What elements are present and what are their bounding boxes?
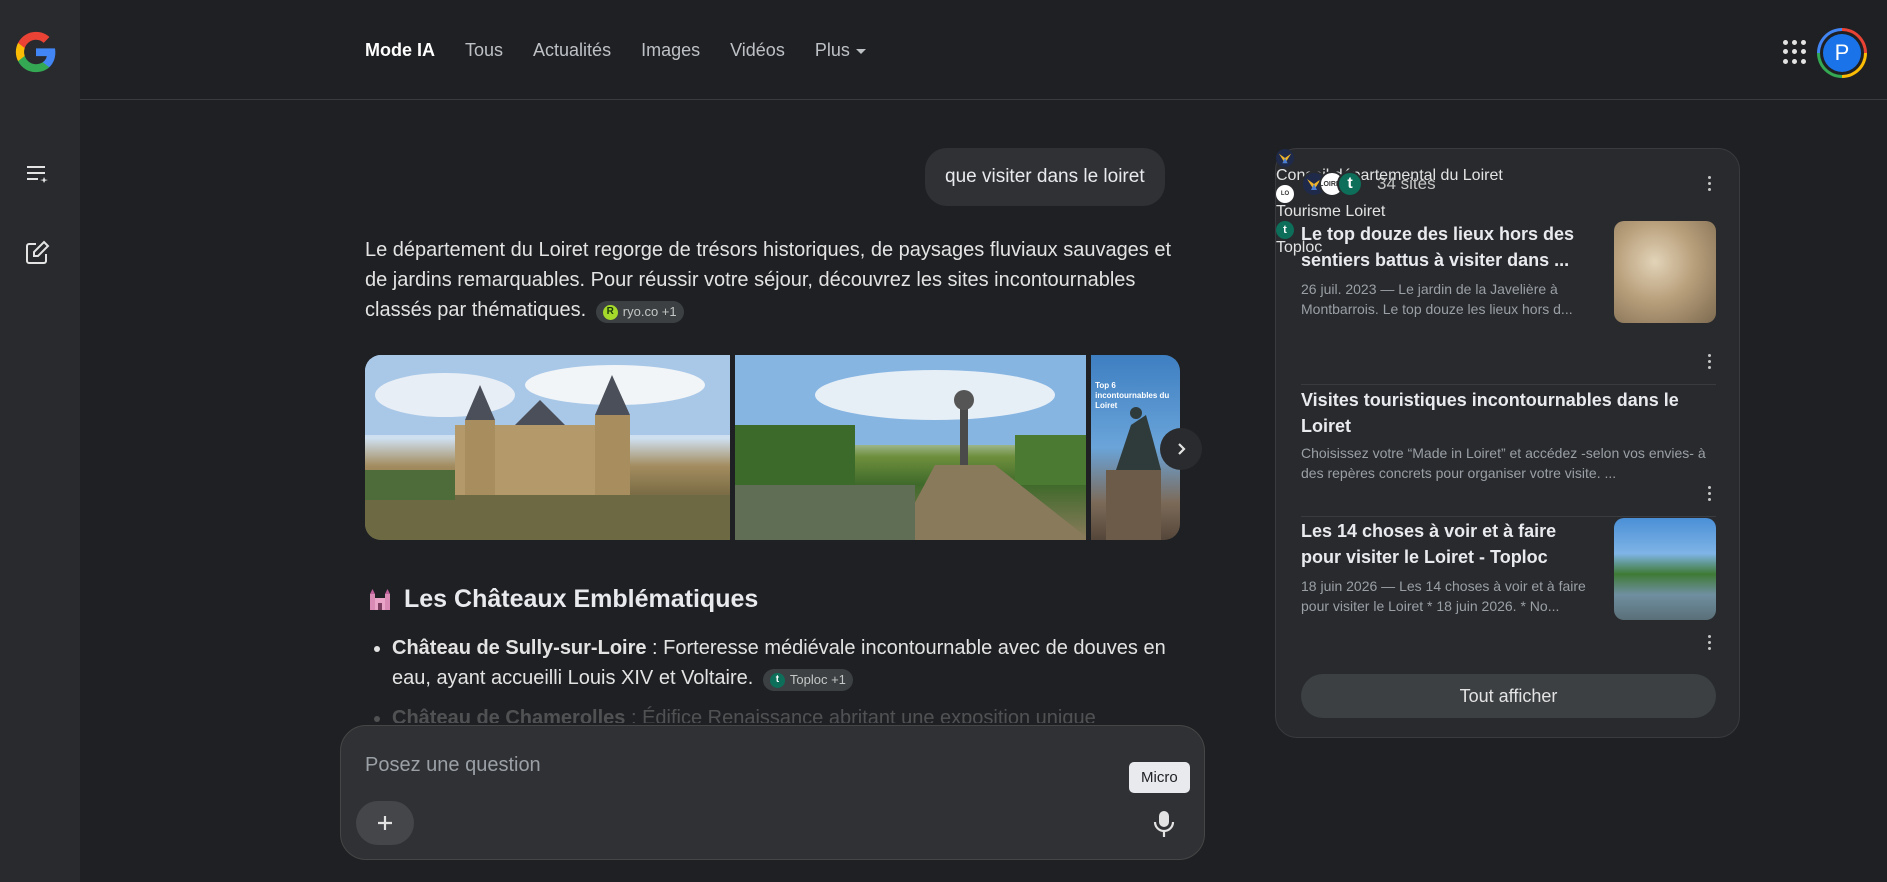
divider — [1301, 384, 1716, 385]
answer-intro-text: Le département du Loiret regorge de trés… — [365, 239, 1172, 321]
new-chat-icon[interactable] — [18, 234, 56, 272]
mic-tooltip: Micro — [1129, 762, 1190, 793]
conseil-departemental-logo-icon — [1276, 149, 1294, 167]
source-chip-ryo[interactable]: R ryo.co +1 — [595, 301, 684, 323]
source-card-snippet: Choisissez votre “Made in Loiret” et acc… — [1301, 445, 1706, 481]
chevron-right-icon — [1178, 443, 1186, 455]
gallery-image-canal[interactable] — [735, 355, 1087, 540]
source-card[interactable]: Le top douze des lieux hors des sentiers… — [1301, 221, 1716, 336]
add-attachment-button[interactable] — [356, 801, 414, 845]
source-card-title[interactable]: Visites touristiques incontournables dan… — [1301, 387, 1716, 439]
tab-actualites[interactable]: Actualités — [533, 40, 611, 61]
answer-intro: Le département du Loiret regorge de trés… — [365, 235, 1190, 325]
source-card-menu-icon[interactable] — [1701, 483, 1717, 503]
tab-mode-ia[interactable]: Mode IA — [365, 40, 435, 61]
source-card-snippet: 26 juil. 2023 — Le jardin de la Javelièr… — [1301, 281, 1573, 317]
gallery-image-chateau[interactable] — [365, 355, 731, 540]
sources-menu-icon[interactable] — [1701, 173, 1717, 193]
source-card-snippet: 18 juin 2026 — Les 14 choses à voir et à… — [1301, 578, 1586, 614]
sources-header: LOIRET t 34 sites — [1301, 171, 1436, 197]
chevron-down-icon — [855, 49, 866, 54]
divider — [1301, 516, 1716, 517]
source-card-title[interactable]: Les 14 choses à voir et à faire pour vis… — [1301, 518, 1601, 570]
source-chip-toploc[interactable]: t Toploc +1 — [762, 669, 853, 691]
source-card-menu-icon[interactable] — [1701, 351, 1717, 371]
avatar-letter: P — [1823, 34, 1861, 72]
gallery-next-button[interactable] — [1160, 428, 1202, 470]
source-card-thumbnail[interactable] — [1614, 221, 1716, 323]
plus-icon — [378, 816, 392, 830]
sources-panel: LOIRET t 34 sites Le top douze des lieux… — [1275, 148, 1740, 738]
source-card[interactable]: Les 14 choses à voir et à faire pour vis… — [1301, 518, 1716, 633]
left-rail — [0, 0, 80, 882]
search-tabs: Mode IA Tous Actualités Images Vidéos Pl… — [365, 40, 896, 61]
toploc-logo-icon: t — [1337, 171, 1363, 197]
question-input-placeholder[interactable]: Posez une question — [365, 754, 541, 777]
question-input-box[interactable]: Posez une question — [340, 725, 1205, 860]
list-item: Château de Chamerolles : Édifice Renaiss… — [372, 703, 1187, 723]
user-query-bubble: que visiter dans le loiret — [925, 148, 1165, 206]
source-card-thumbnail[interactable] — [1614, 518, 1716, 620]
source-card[interactable]: Visites touristiques incontournables dan… — [1301, 387, 1716, 483]
tab-videos[interactable]: Vidéos — [730, 40, 785, 61]
show-all-button[interactable]: Tout afficher — [1301, 674, 1716, 718]
google-logo-icon[interactable] — [14, 30, 58, 74]
sources-count: 34 sites — [1377, 174, 1436, 193]
section-title: Les Châteaux Emblématiques — [368, 585, 758, 614]
tab-tous[interactable]: Tous — [465, 40, 503, 61]
toploc-logo-icon: t — [769, 672, 785, 688]
image-gallery: Top 6 incontournables du Loiret — [365, 355, 1180, 540]
apps-grid-icon[interactable] — [1783, 40, 1807, 64]
tab-plus[interactable]: Plus — [815, 40, 866, 61]
tab-images[interactable]: Images — [641, 40, 700, 61]
source-card-title[interactable]: Le top douze des lieux hors des sentiers… — [1301, 221, 1601, 273]
microphone-icon[interactable] — [1152, 809, 1176, 839]
toploc-logo-icon: t — [1276, 221, 1294, 239]
castle-icon — [370, 588, 390, 610]
ryo-logo-icon: R — [602, 304, 618, 320]
bullet-list: Château de Sully-sur-Loire : Forteresse … — [372, 633, 1187, 723]
account-avatar[interactable]: P — [1817, 28, 1867, 78]
source-card-menu-icon[interactable] — [1701, 632, 1717, 652]
tourisme-loiret-logo-icon: LO — [1276, 185, 1294, 203]
list-item: Château de Sully-sur-Loire : Forteresse … — [372, 633, 1187, 693]
history-icon[interactable] — [18, 155, 56, 193]
top-bar: Mode IA Tous Actualités Images Vidéos Pl… — [80, 0, 1887, 100]
